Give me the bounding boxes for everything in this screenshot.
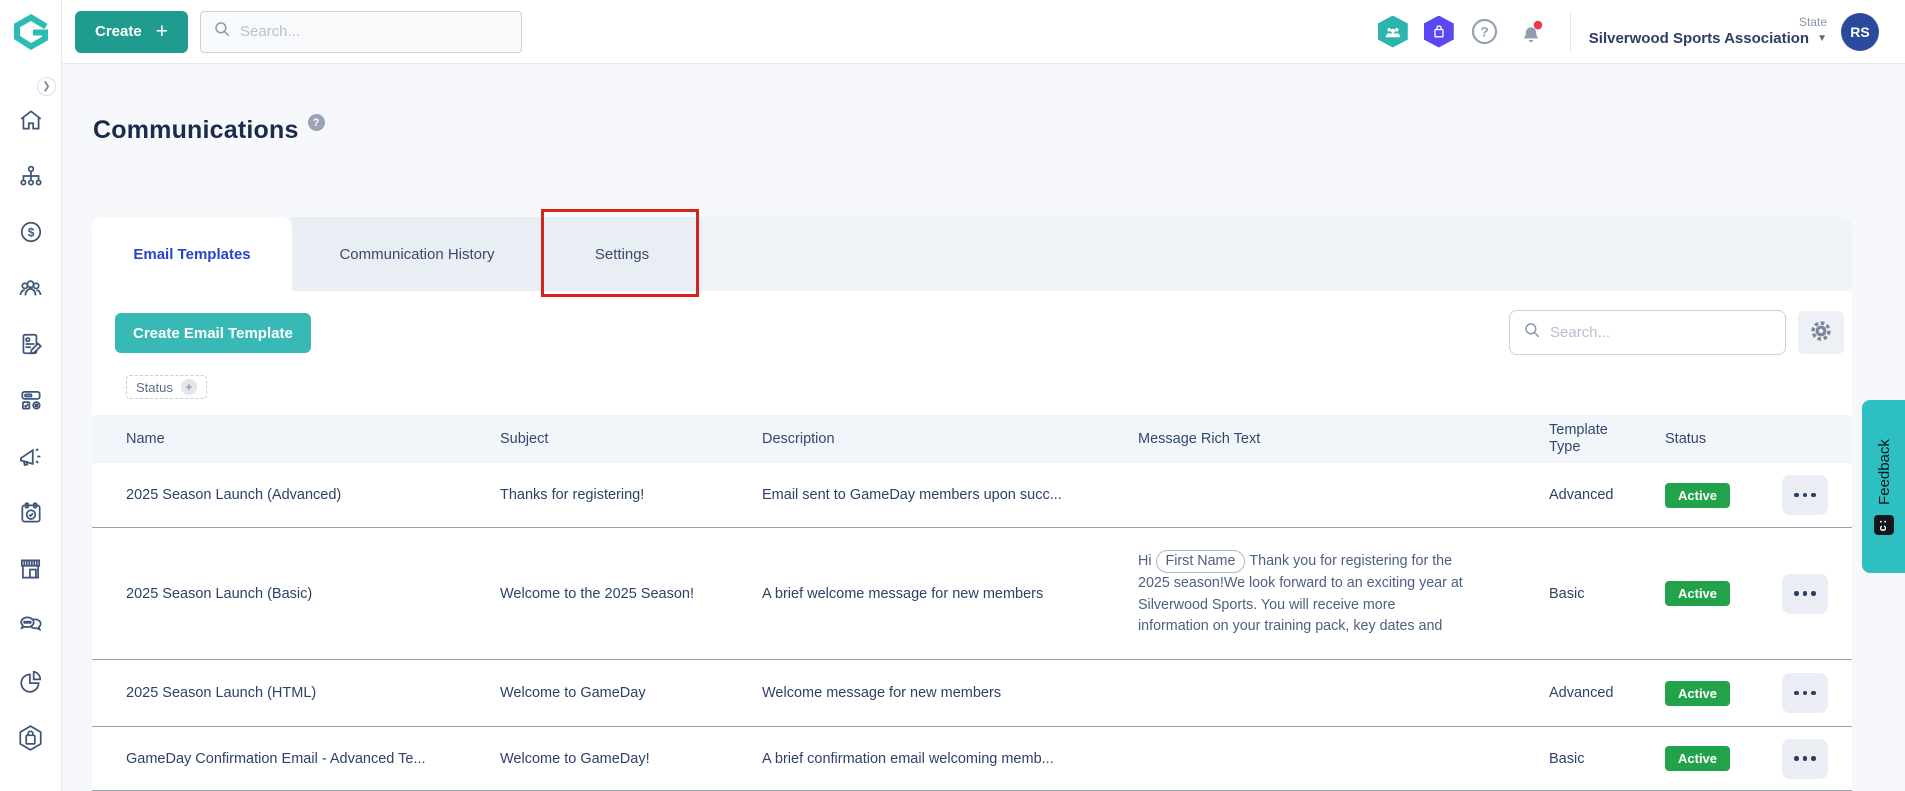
topbar-divider	[1569, 12, 1571, 51]
row-more-options-button[interactable]	[1782, 475, 1828, 515]
cell-name: 2025 Season Launch (Basic)	[126, 585, 313, 602]
plus-icon: +	[155, 20, 168, 43]
status-filter-label: Status	[136, 379, 173, 395]
global-search-input[interactable]	[239, 23, 509, 40]
column-header-message-rich-text: Message Rich Text	[1138, 431, 1261, 447]
table-row[interactable]: GameDay Confirmation Email - Advanced Te…	[92, 727, 1852, 791]
page-help-icon[interactable]: ?	[307, 114, 325, 131]
cell-name: 2025 Season Launch (HTML)	[126, 685, 317, 701]
cell-template-type: Basic	[1549, 750, 1585, 767]
status-badge: Active	[1665, 746, 1731, 771]
feedback-tab[interactable]: c: Feedback	[1862, 400, 1905, 573]
search-icon	[213, 20, 231, 43]
cell-subject: Thanks for registering!	[500, 487, 645, 503]
status-filter-chip[interactable]: Status +	[126, 375, 207, 399]
page-title: Communications	[93, 116, 299, 144]
messages-icon[interactable]	[17, 612, 45, 638]
products-icon[interactable]	[18, 387, 44, 413]
add-filter-icon: +	[180, 379, 197, 395]
cell-subject: Welcome to GameDay	[500, 685, 646, 701]
org-name-label: Silverwood Sports Association	[1588, 29, 1810, 47]
finance-icon[interactable]: $	[18, 219, 44, 245]
cell-subject: Welcome to the 2025 Season!	[500, 585, 694, 602]
table-settings-button[interactable]	[1798, 311, 1844, 354]
column-header-status: Status	[1665, 431, 1707, 447]
global-search[interactable]	[199, 10, 522, 53]
sidebar: $	[0, 0, 62, 791]
cell-name: 2025 Season Launch (Advanced)	[126, 487, 342, 503]
events-icon[interactable]	[18, 500, 44, 526]
table-row[interactable]: 2025 Season Launch (Advanced) Thanks for…	[92, 463, 1852, 528]
table-search[interactable]	[1509, 310, 1786, 355]
registrations-icon[interactable]	[18, 331, 44, 357]
feedback-label: Feedback	[1875, 438, 1892, 505]
sidebar-collapse-button[interactable]: ❯	[37, 77, 56, 96]
user-avatar[interactable]: RS	[1841, 12, 1879, 51]
cell-template-type: Basic	[1549, 585, 1585, 602]
column-header-name: Name	[126, 431, 165, 447]
cell-message-rich-text: Hi First Name Thank you for registering fo…	[1138, 549, 1549, 638]
email-templates-panel: Create Email Template Status + Name Subj…	[92, 291, 1852, 791]
create-button[interactable]: Create +	[75, 10, 188, 53]
organisation-icon[interactable]	[18, 163, 44, 189]
feedback-icon: c:	[1873, 514, 1894, 535]
merge-field-chip: First Name	[1155, 549, 1246, 574]
table-row[interactable]: 2025 Season Launch (HTML) Welcome to Gam…	[92, 660, 1852, 727]
members-icon[interactable]	[17, 275, 44, 301]
cell-name: GameDay Confirmation Email - Advanced Te…	[126, 750, 426, 767]
table-search-input[interactable]	[1550, 324, 1772, 341]
chevron-down-icon: ▼	[1817, 32, 1827, 44]
communications-icon[interactable]	[17, 443, 44, 470]
help-icon[interactable]: ?	[1468, 18, 1502, 45]
gear-icon	[1809, 319, 1833, 346]
cell-description: A brief welcome message for new members	[762, 585, 1044, 602]
topbar: Create + ? State Silverwood Sports Assoc…	[62, 0, 1905, 64]
cell-description: Welcome message for new members	[762, 685, 1002, 701]
cell-template-type: Advanced	[1549, 685, 1614, 701]
home-icon[interactable]	[18, 107, 44, 133]
row-more-options-button[interactable]	[1782, 673, 1828, 713]
search-icon	[1523, 321, 1541, 344]
community-icon[interactable]	[1376, 15, 1410, 48]
tab-settings[interactable]: Settings	[542, 217, 702, 291]
create-email-template-button[interactable]: Create Email Template	[115, 313, 311, 353]
table-header-row: Name Subject Description Message Rich Te…	[92, 415, 1852, 463]
status-badge: Active	[1665, 680, 1731, 706]
row-more-options-button[interactable]	[1782, 573, 1828, 614]
cell-description: Email sent to GameDay members upon succ.…	[762, 487, 1062, 503]
notifications-bell-icon[interactable]	[1514, 17, 1548, 47]
tab-bar: Email Templates Communication History Se…	[92, 217, 1852, 291]
row-more-options-button[interactable]	[1782, 738, 1828, 779]
marketplace-icon[interactable]	[1422, 15, 1456, 48]
cell-subject: Welcome to GameDay!	[500, 750, 650, 767]
shop-icon[interactable]	[17, 556, 44, 582]
status-badge: Active	[1665, 482, 1731, 508]
marketplace-icon[interactable]	[17, 724, 44, 752]
org-level-label: State	[1798, 14, 1827, 29]
column-header-description: Description	[762, 431, 835, 447]
column-header-subject: Subject	[500, 431, 549, 447]
table-body: 2025 Season Launch (Advanced) Thanks for…	[92, 463, 1852, 791]
svg-text:?: ?	[1480, 24, 1489, 40]
org-selector[interactable]: State Silverwood Sports Association ▼	[1589, 15, 1827, 49]
table-row[interactable]: 2025 Season Launch (Basic) Welcome to th…	[92, 528, 1852, 660]
cell-description: A brief confirmation email welcoming mem…	[762, 750, 1054, 767]
svg-text:$: $	[27, 225, 34, 239]
create-button-label: Create	[95, 23, 142, 40]
reports-icon[interactable]	[18, 668, 44, 694]
tab-email-templates[interactable]: Email Templates	[92, 217, 292, 291]
gameday-logo[interactable]	[0, 0, 61, 64]
cell-template-type: Advanced	[1549, 487, 1614, 503]
column-header-template-type: Template Type	[1549, 421, 1608, 455]
tab-communication-history[interactable]: Communication History	[292, 217, 542, 291]
status-badge: Active	[1665, 581, 1731, 606]
